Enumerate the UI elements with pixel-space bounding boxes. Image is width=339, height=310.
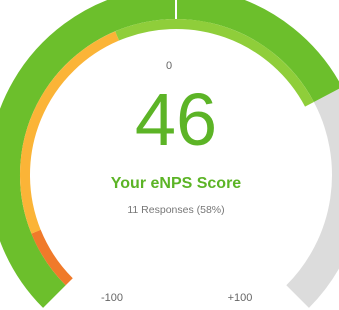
enps-gauge-widget: 0 -100 +100 46 Your eNPS Score 11 Respon…: [0, 0, 339, 310]
responses-count: 11 Responses (58%): [127, 204, 225, 216]
enps-score-value: 46: [134, 78, 218, 161]
scale-label-zero: 0: [165, 60, 173, 72]
enps-score-title: Your eNPS Score: [110, 175, 242, 192]
scale-label-min: -100: [100, 292, 124, 304]
scale-label-max: +100: [227, 292, 253, 304]
